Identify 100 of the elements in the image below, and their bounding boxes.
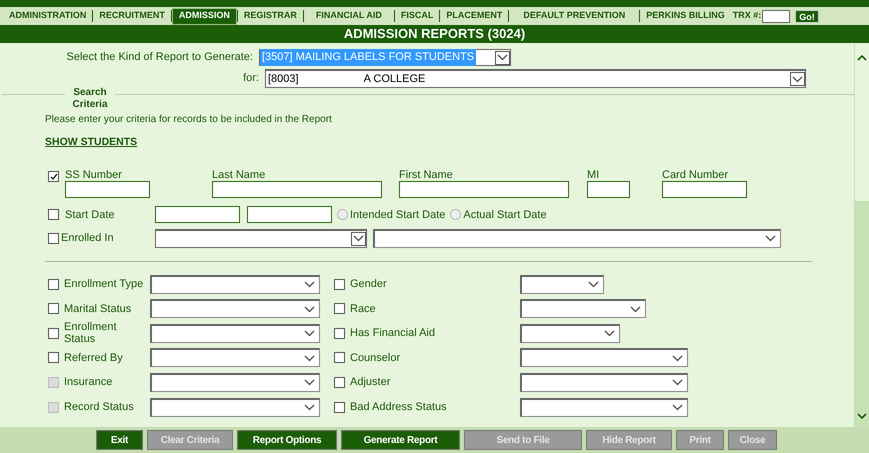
tab[interactable]: DEFAULT PREVENTION	[509, 8, 640, 24]
action-button[interactable]: Report Options	[237, 430, 337, 450]
checkbox[interactable]	[48, 171, 59, 182]
chevron-down-icon	[630, 306, 641, 313]
college-dropdown[interactable]: [8003] A COLLEGE	[265, 69, 806, 88]
input-field[interactable]	[662, 180, 747, 198]
field-label: Enrollment Type	[64, 278, 144, 290]
radio-button[interactable]	[337, 209, 348, 220]
chevron-down-icon	[304, 281, 315, 288]
dropdown[interactable]	[520, 372, 688, 392]
field-label: Record Status	[64, 401, 135, 414]
field-label: Gender	[350, 278, 388, 290]
dropdown[interactable]	[150, 324, 320, 343]
field-label: SS Number	[65, 168, 123, 181]
field-label: MI	[587, 168, 600, 181]
tab[interactable]: FISCAL	[394, 8, 440, 24]
tab[interactable]: REGISTRAR	[238, 8, 303, 24]
chevron-down-icon	[497, 54, 508, 61]
option-text: A COLLEGE	[364, 72, 426, 87]
radio-label: Actual Start Date	[463, 208, 547, 222]
tab[interactable]: FINANCIAL AID	[304, 8, 394, 24]
chevron-down-icon	[672, 404, 683, 412]
input-field[interactable]	[155, 206, 240, 224]
dropdown[interactable]	[520, 324, 620, 343]
dropdown[interactable]	[150, 299, 320, 318]
field-label: Start Date	[65, 208, 116, 222]
dropdown[interactable]	[150, 274, 320, 294]
dropdown[interactable]	[520, 348, 688, 368]
checkbox[interactable]	[48, 232, 59, 244]
chevron-down-icon	[792, 76, 803, 82]
tab[interactable]: ADMINISTRATION	[3, 8, 92, 24]
action-button[interactable]: Exit	[96, 430, 143, 450]
field-label: Counselor	[350, 352, 402, 364]
field-label: Referred By	[64, 352, 124, 364]
dropdown[interactable]	[150, 348, 320, 368]
field-label: Race	[350, 302, 377, 315]
radio-button[interactable]	[450, 209, 462, 220]
input-field[interactable]	[212, 180, 382, 198]
field-label: Bad Address Status	[350, 401, 448, 414]
checkbox[interactable]	[48, 303, 59, 314]
field-label: First Name	[399, 168, 454, 181]
chevron-down-icon	[304, 306, 315, 313]
checkbox[interactable]	[334, 328, 345, 339]
chevron-down-icon	[672, 379, 683, 386]
checkbox[interactable]	[334, 278, 345, 290]
checkbox[interactable]	[48, 352, 59, 364]
instructions: Please enter your criteria for records to be included in the Report	[45, 113, 333, 127]
checkmark-icon	[50, 172, 58, 181]
input-field[interactable]	[247, 206, 332, 224]
chevron-down-icon	[353, 235, 364, 242]
tab[interactable]: PLACEMENT	[440, 8, 508, 24]
field-label: Select the Kind of Report to Generate:	[65, 50, 254, 66]
trx-label: TRX #:	[732, 9, 762, 22]
checkbox[interactable]	[334, 303, 345, 314]
checkbox[interactable]	[48, 328, 59, 339]
show-students-link[interactable]: SHOW STUDENTS	[45, 135, 138, 151]
chevron-down-icon	[765, 235, 776, 242]
field-label: Has Financial Aid	[350, 327, 436, 340]
dropdown[interactable]	[150, 372, 320, 392]
field-label: Adjuster	[350, 376, 392, 388]
checkbox[interactable]	[334, 352, 345, 364]
go-button[interactable]: Go!	[795, 10, 819, 22]
dropdown[interactable]	[520, 398, 688, 417]
scroll-up-icon[interactable]	[855, 53, 869, 63]
checkbox[interactable]	[334, 402, 345, 413]
option-text: [8003]	[268, 72, 299, 87]
action-button[interactable]: Generate Report	[341, 430, 460, 450]
dropdown[interactable]	[150, 398, 320, 417]
checkbox[interactable]	[334, 376, 345, 388]
input-field[interactable]	[65, 180, 150, 198]
field-label: Last Name	[212, 168, 266, 181]
field-label: Card Number	[662, 168, 730, 181]
chevron-down-icon	[304, 330, 315, 338]
trx-input[interactable]	[762, 10, 790, 22]
dropdown[interactable]	[155, 228, 367, 248]
field-label: Enrollment Status	[64, 321, 118, 346]
tab[interactable]: RECRUITMENT	[93, 8, 171, 24]
dropdown[interactable]	[520, 299, 646, 318]
checkbox[interactable]	[48, 278, 59, 290]
input-field[interactable]	[399, 180, 569, 198]
chevron-down-icon	[304, 354, 315, 362]
chevron-down-icon	[672, 354, 683, 362]
scroll-down-icon[interactable]	[855, 411, 869, 421]
tab[interactable]: PERKINS BILLING	[640, 8, 731, 24]
field-label: for:	[242, 71, 260, 86]
chevron-down-icon	[588, 281, 599, 288]
scrollbar[interactable]	[854, 43, 869, 427]
chevron-down-icon	[604, 330, 615, 338]
dropdown[interactable]	[520, 274, 604, 294]
dropdown[interactable]	[373, 228, 781, 248]
chevron-down-icon	[304, 379, 315, 386]
field-label: Enrolled In	[61, 231, 115, 246]
checkbox[interactable]	[48, 209, 59, 220]
input-field[interactable]	[587, 180, 630, 198]
chevron-down-icon	[304, 404, 315, 412]
page-title: ADMISSION REPORTS (3024)	[0, 25, 869, 43]
field-label: Marital Status	[64, 302, 132, 315]
radio-label: Intended Start Date	[350, 208, 446, 222]
tab[interactable]: ADMISSION	[172, 8, 237, 24]
field-label: Insurance	[64, 376, 114, 388]
